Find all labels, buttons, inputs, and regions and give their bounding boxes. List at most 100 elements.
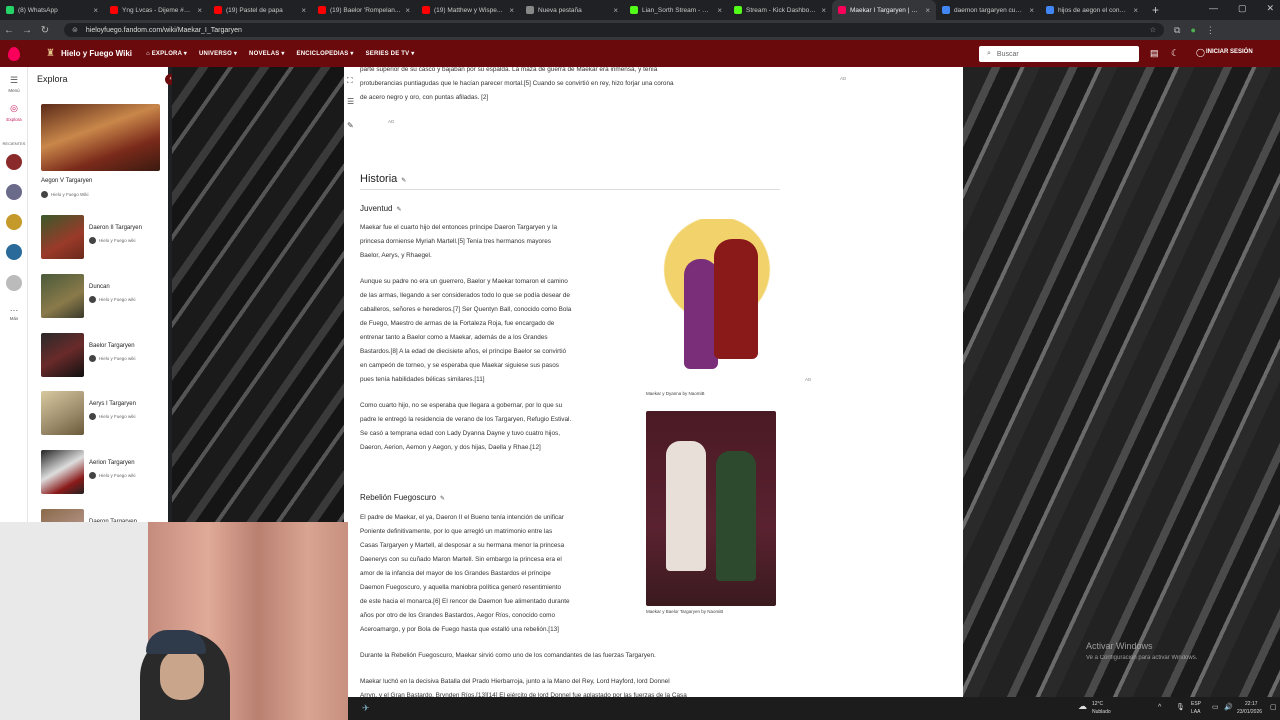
- tab-close-icon[interactable]: ×: [197, 6, 202, 15]
- forward-icon[interactable]: →: [18, 25, 36, 36]
- volume-icon[interactable]: 🔊: [1224, 703, 1233, 711]
- tab-close-icon[interactable]: ×: [301, 6, 306, 15]
- browser-tab[interactable]: Lian_Sorth Stream - Watc ×: [624, 0, 728, 20]
- explore-card[interactable]: Aerion Targaryen Hielo y Fuego wiki: [41, 450, 165, 496]
- browser-tab[interactable]: (8) WhatsApp ×: [0, 0, 104, 20]
- browser-tab[interactable]: Stream - Kick Dashboard ×: [728, 0, 832, 20]
- tab-favicon-icon: [630, 6, 638, 14]
- browser-tab[interactable]: hijos de aegon el conque ×: [1040, 0, 1144, 20]
- edit-pencil-icon[interactable]: ✎: [440, 496, 445, 502]
- browser-menu-icon[interactable]: ⋮: [1206, 25, 1215, 36]
- tab-favicon-icon: [110, 6, 118, 14]
- featured-card-source: Hielo y Fuego Wiki: [41, 191, 89, 198]
- tab-favicon-icon: [1046, 6, 1054, 14]
- tab-close-icon[interactable]: ×: [405, 6, 410, 15]
- clock-time[interactable]: 22:17: [1245, 701, 1258, 707]
- menu-enciclopedias[interactable]: ENCICLOPEDIAS ▾: [297, 50, 354, 57]
- browser-tab[interactable]: (19) Pastel de papa ×: [208, 0, 312, 20]
- tab-close-icon[interactable]: ×: [93, 6, 98, 15]
- menu-novelas[interactable]: NOVELAS ▾: [249, 50, 285, 57]
- maximize-icon[interactable]: ▢: [1238, 3, 1247, 14]
- compass-icon[interactable]: ◎: [5, 103, 23, 114]
- menu-universo[interactable]: UNIVERSO ▾: [199, 50, 237, 57]
- text-line: caballeros, señores e herederos.[7] Ser …: [360, 306, 572, 313]
- explore-card[interactable]: Baelor Targaryen Hielo y Fuego wiki: [41, 333, 165, 379]
- menu-explora[interactable]: ⌂ EXPLORA ▾: [146, 50, 187, 57]
- browser-tab[interactable]: (19) Matthew y Wispe... ×: [416, 0, 520, 20]
- text-line: entrenar tanto a Baelor como a Maekar, a…: [360, 334, 548, 341]
- theme-toggle-icon[interactable]: ☾: [1171, 48, 1179, 59]
- text-line: padre le entregó la residencia de verano…: [360, 416, 572, 423]
- site-info-icon[interactable]: ⊜: [72, 26, 78, 34]
- recent-wiki-avatar[interactable]: [6, 214, 22, 230]
- weather-icon: ☁: [1078, 701, 1087, 711]
- app-icon[interactable]: ✈: [362, 703, 370, 714]
- featured-card-image[interactable]: [41, 104, 160, 171]
- browser-tab[interactable]: Maekar I Targaryen | Hiel ×: [832, 0, 936, 20]
- browser-tab[interactable]: daemon targaryen cual es ×: [936, 0, 1040, 20]
- recent-wiki-avatar[interactable]: [6, 275, 22, 291]
- profile-icon[interactable]: ●: [1190, 25, 1195, 35]
- address-bar[interactable]: ⊜ hieloyfuego.fandom.com/wiki/Maekar_I_T…: [64, 23, 1164, 37]
- tab-close-icon[interactable]: ×: [925, 6, 930, 15]
- wiki-logo-icon[interactable]: ♜: [46, 48, 55, 59]
- tab-close-icon[interactable]: ×: [717, 6, 722, 15]
- edit-pencil-icon[interactable]: ✎: [396, 207, 401, 213]
- text-line: Daenerys con su cuñado Maron Martell. Si…: [360, 556, 562, 563]
- close-window-icon[interactable]: ✕: [1266, 3, 1274, 14]
- tab-close-icon[interactable]: ×: [613, 6, 618, 15]
- language-indicator[interactable]: ESP: [1191, 701, 1201, 707]
- card-source: Hielo y Fuego wiki: [89, 472, 136, 479]
- wiki-dot-icon: [89, 296, 96, 303]
- explore-card[interactable]: Daeron II Targaryen Hielo y Fuego wiki: [41, 215, 165, 261]
- toc-icon[interactable]: ☰: [347, 97, 354, 106]
- weather-temp[interactable]: 12°C: [1092, 701, 1103, 707]
- card-source: Hielo y Fuego wiki: [89, 355, 136, 362]
- browser-tab[interactable]: Nueva pestaña ×: [520, 0, 624, 20]
- recent-wiki-avatar[interactable]: [6, 244, 22, 260]
- minimize-icon[interactable]: —: [1209, 3, 1218, 14]
- tab-close-icon[interactable]: ×: [509, 6, 514, 15]
- microphone-icon[interactable]: 🎙: [1176, 703, 1185, 711]
- tray-chevron-icon[interactable]: ^: [1158, 704, 1161, 711]
- bookmark-star-icon[interactable]: ☆: [1150, 26, 1156, 34]
- more-icon[interactable]: …: [5, 303, 23, 313]
- menu-icon[interactable]: ☰: [5, 75, 23, 86]
- recent-wiki-avatar[interactable]: [6, 184, 22, 200]
- extensions-icon[interactable]: ⧉: [1174, 25, 1180, 36]
- browser-tab[interactable]: (19) Baelor 'Rompelan... ×: [312, 0, 416, 20]
- figure-detail: [716, 451, 756, 581]
- featured-card-title[interactable]: Aegon V Targaryen: [41, 178, 92, 184]
- explore-card[interactable]: Duncan Hielo y Fuego wiki: [41, 274, 165, 320]
- wiki-header: ♜ Hielo y Fuego Wiki ⌂ EXPLORA ▾ UNIVERS…: [0, 40, 1280, 67]
- network-icon[interactable]: ▭: [1212, 703, 1219, 711]
- wiki-name[interactable]: Hielo y Fuego Wiki: [61, 49, 132, 58]
- notifications-icon[interactable]: ▢: [1270, 703, 1277, 711]
- subsection-title-text: Juventud: [360, 204, 393, 213]
- menu-series[interactable]: SERIES DE TV ▾: [366, 50, 415, 57]
- tab-favicon-icon: [838, 6, 846, 14]
- figure-image-maekar-baelor[interactable]: [646, 411, 776, 606]
- recent-wiki-avatar[interactable]: [6, 154, 22, 170]
- fandom-logo-icon[interactable]: [8, 46, 20, 61]
- discussions-icon[interactable]: ▤: [1150, 48, 1159, 59]
- browser-tab[interactable]: Yng Lvcas - Dijeme #LPM ×: [104, 0, 208, 20]
- url-text: hieloyfuego.fandom.com/wiki/Maekar_I_Tar…: [85, 26, 242, 34]
- explore-card[interactable]: Aerys I Targaryen Hielo y Fuego wiki: [41, 391, 165, 437]
- tab-close-icon[interactable]: ×: [1133, 6, 1138, 15]
- text-line: princesa dorniense Myriah Martell.[5] Te…: [360, 238, 551, 245]
- tab-close-icon[interactable]: ×: [1029, 6, 1034, 15]
- text-line: Aunque su padre no era un guerrero, Bael…: [360, 278, 568, 285]
- reload-icon[interactable]: ↻: [36, 25, 54, 36]
- search-input[interactable]: ⌕ Buscar: [979, 46, 1139, 62]
- weather-desc: Nublado: [1092, 709, 1111, 715]
- figure-image-maekar-dyanna[interactable]: [646, 219, 775, 387]
- edit-pencil-icon[interactable]: ✎: [401, 178, 406, 184]
- new-tab-button[interactable]: +: [1144, 3, 1167, 17]
- edit-icon[interactable]: ✎: [347, 121, 354, 130]
- fullscreen-icon[interactable]: ⛶: [347, 76, 353, 86]
- tab-close-icon[interactable]: ×: [821, 6, 826, 15]
- back-icon[interactable]: ←: [0, 25, 18, 36]
- paragraph: Maekar fue el cuarto hijo del entonces p…: [360, 221, 557, 263]
- login-button[interactable]: INICIAR SESIÓN: [1196, 49, 1253, 55]
